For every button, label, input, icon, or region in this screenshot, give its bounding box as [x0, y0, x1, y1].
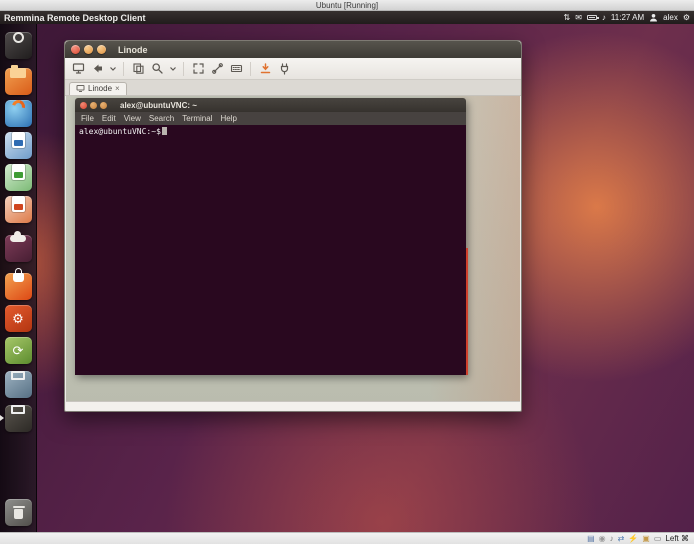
- launcher-item-displays[interactable]: [5, 371, 32, 398]
- dash-icon: [13, 32, 24, 43]
- host-key-indicator: Left ⌘: [665, 534, 689, 543]
- gear-icon: ⚙: [5, 305, 32, 332]
- network-icon[interactable]: ⇅: [564, 14, 571, 22]
- terminal-window: alex@ubuntuVNC: ~ File Edit View Search …: [75, 98, 466, 375]
- vbox-title: Ubuntu [Running]: [316, 1, 378, 10]
- terminal-edge-highlight: [466, 248, 468, 375]
- terminal-maximize-button[interactable]: [100, 102, 107, 109]
- usb-icon[interactable]: ⚡: [628, 535, 638, 543]
- launcher-item-system-settings[interactable]: ⚙: [5, 305, 32, 332]
- launcher-item-libreoffice-calc[interactable]: [5, 164, 32, 191]
- vbox-statusbar: ▤ ◉ ♪ ⇄ ⚡ ▣ ▭ Left ⌘: [0, 532, 694, 544]
- window-maximize-button[interactable]: [97, 45, 106, 54]
- optical-disc-icon[interactable]: ◉: [599, 535, 606, 543]
- menu-edit[interactable]: Edit: [102, 114, 116, 123]
- launcher-item-libreoffice-writer[interactable]: [5, 132, 32, 159]
- menu-view[interactable]: View: [124, 114, 141, 123]
- zoom-menu-caret[interactable]: [168, 61, 177, 77]
- vbox-titlebar: Ubuntu [Running]: [0, 0, 694, 11]
- fullscreen-icon[interactable]: [190, 61, 206, 77]
- remmina-titlebar[interactable]: Linode: [65, 41, 521, 58]
- tab-label: Linode: [88, 84, 112, 93]
- remmina-tabbar: Linode ×: [65, 80, 521, 96]
- launcher-item-trash[interactable]: [5, 499, 32, 526]
- session-gear-icon[interactable]: ⚙: [683, 14, 690, 22]
- launcher-item-dash[interactable]: [5, 32, 32, 59]
- trash-icon: [14, 509, 23, 519]
- remmina-window: Linode: [64, 40, 522, 412]
- terminal-title: alex@ubuntuVNC: ~: [120, 101, 197, 110]
- remmina-toolbar: [65, 58, 521, 80]
- shared-folders-icon[interactable]: ▣: [642, 535, 650, 543]
- window-minimize-button[interactable]: [84, 45, 93, 54]
- volume-icon[interactable]: ♪: [602, 14, 606, 22]
- window-title: Linode: [118, 45, 148, 55]
- impress-icon: [12, 196, 25, 212]
- menu-file[interactable]: File: [81, 114, 94, 123]
- calc-icon: [12, 164, 25, 180]
- launcher-item-software-center[interactable]: [5, 273, 32, 300]
- menu-search[interactable]: Search: [149, 114, 174, 123]
- launcher-item-home-folder[interactable]: [5, 68, 32, 95]
- tools-icon[interactable]: [209, 61, 225, 77]
- hdd-icon[interactable]: ▤: [587, 535, 595, 543]
- shopping-bag-icon: [13, 273, 24, 282]
- top-panel: Remmina Remote Desktop Client ⇅ ✉ ♪ 11:2…: [0, 11, 694, 24]
- menu-help[interactable]: Help: [220, 114, 236, 123]
- remote-desktop-view[interactable]: alex@ubuntuVNC: ~ File Edit View Search …: [66, 96, 520, 410]
- refresh-icon: ⟳: [5, 337, 32, 364]
- terminal-close-button[interactable]: [80, 102, 87, 109]
- battery-icon[interactable]: [587, 15, 597, 20]
- zoom-icon[interactable]: [149, 61, 165, 77]
- copy-icon[interactable]: [130, 61, 146, 77]
- tab-monitor-icon: [76, 84, 85, 93]
- shell-prompt: alex@ubuntuVNC:~$: [79, 127, 161, 136]
- clock[interactable]: 11:27 AM: [611, 13, 644, 22]
- terminal-cursor: [162, 127, 167, 135]
- virtualbox-window: Ubuntu [Running] Remmina Remote Desktop …: [0, 0, 694, 544]
- disconnect-icon[interactable]: [257, 61, 273, 77]
- audio-icon[interactable]: ♪: [610, 535, 614, 543]
- remmina-monitor-icon: [11, 405, 25, 414]
- remmina-statusbar: [66, 401, 520, 410]
- terminal-screen[interactable]: alex@ubuntuVNC:~$: [75, 125, 466, 375]
- toolbar-separator: [250, 62, 251, 76]
- appmenu-title[interactable]: Remmina Remote Desktop Client: [4, 13, 146, 23]
- writer-icon: [12, 132, 25, 148]
- cloud-icon: [10, 235, 26, 242]
- new-connection-icon[interactable]: [70, 61, 86, 77]
- folder-icon: [10, 68, 26, 78]
- desktop[interactable]: ⚙ ⟳ Linode: [0, 24, 694, 532]
- mail-icon[interactable]: ✉: [575, 14, 582, 22]
- user-name[interactable]: alex: [663, 13, 678, 22]
- terminal-menubar: File Edit View Search Terminal Help: [75, 112, 466, 125]
- plug-icon[interactable]: [276, 61, 292, 77]
- back-menu-caret[interactable]: [108, 61, 117, 77]
- keyboard-grab-icon[interactable]: [228, 61, 244, 77]
- toolbar-separator: [123, 62, 124, 76]
- user-icon: [649, 13, 658, 22]
- launcher-item-ubuntu-one[interactable]: [5, 235, 32, 262]
- tab-close-icon[interactable]: ×: [115, 85, 120, 93]
- monitor-icon: [11, 371, 25, 380]
- display-icon[interactable]: ▭: [654, 535, 662, 543]
- terminal-titlebar[interactable]: alex@ubuntuVNC: ~: [75, 98, 466, 112]
- back-icon[interactable]: [89, 61, 105, 77]
- launcher-item-firefox[interactable]: [5, 100, 32, 127]
- tab-linode[interactable]: Linode ×: [69, 82, 127, 95]
- launcher-item-remmina[interactable]: [5, 405, 32, 432]
- network-icon[interactable]: ⇄: [618, 535, 625, 543]
- unity-launcher: ⚙ ⟳: [0, 24, 37, 532]
- terminal-minimize-button[interactable]: [90, 102, 97, 109]
- menu-terminal[interactable]: Terminal: [182, 114, 212, 123]
- firefox-icon: [9, 98, 27, 116]
- launcher-item-libreoffice-impress[interactable]: [5, 196, 32, 223]
- toolbar-separator: [183, 62, 184, 76]
- launcher-item-update-manager[interactable]: ⟳: [5, 337, 32, 364]
- window-close-button[interactable]: [71, 45, 80, 54]
